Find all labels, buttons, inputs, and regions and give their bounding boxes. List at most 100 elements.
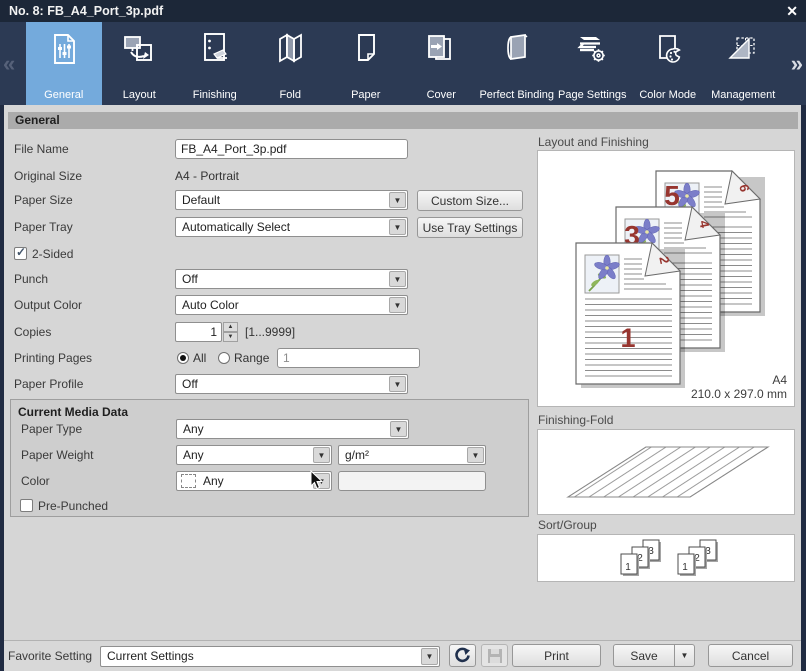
general-icon	[46, 31, 82, 67]
pages-all-label: All	[193, 348, 206, 369]
paper-name: A4	[772, 373, 787, 387]
chevron-down-icon[interactable]: ▼	[389, 297, 406, 313]
paper-profile-select[interactable]: Off ▼	[175, 374, 408, 394]
pre-punched-checkbox[interactable]	[20, 499, 33, 512]
original-size-value: A4 - Portrait	[175, 166, 239, 187]
media-color-input	[338, 471, 486, 491]
perfect-binding-icon	[499, 31, 535, 67]
output-color-label: Output Color	[14, 295, 82, 316]
window-border-right	[801, 105, 806, 671]
tab-perfect-binding[interactable]: Perfect Binding	[479, 22, 555, 105]
section-header-general: General	[8, 112, 798, 129]
finishing-icon	[197, 31, 233, 67]
copies-up-icon[interactable]: ▲	[223, 322, 238, 332]
chevron-down-icon[interactable]: ▼	[421, 648, 438, 665]
cancel-button[interactable]: Cancel	[708, 644, 793, 667]
finishing-fold-preview	[537, 429, 795, 515]
chevron-down-icon[interactable]: ▼	[389, 219, 406, 235]
scroll-right-icon[interactable]: »	[791, 22, 803, 105]
tab-label: Page Settings	[555, 89, 631, 101]
scroll-left-icon[interactable]: «	[3, 22, 15, 105]
tab-cover[interactable]: Cover	[404, 22, 480, 105]
tab-page-settings[interactable]: Page Settings	[555, 22, 631, 105]
sort-page-number: 1	[625, 562, 631, 573]
refresh-button[interactable]	[449, 644, 476, 667]
favorite-setting-select[interactable]: Current Settings ▼	[100, 646, 440, 667]
tab-paper[interactable]: Paper	[328, 22, 404, 105]
chevron-down-icon[interactable]: ▼	[467, 447, 484, 463]
weight-unit-select[interactable]: g/m² ▼	[338, 445, 486, 465]
paper-tray-select[interactable]: Automatically Select ▼	[175, 217, 408, 237]
copies-range-hint: [1...9999]	[245, 322, 295, 343]
sort-group-title: Sort/Group	[538, 518, 597, 532]
pages-all-radio[interactable]	[177, 352, 189, 364]
toolbar: « General Layout	[0, 22, 806, 105]
media-color-label: Color	[21, 471, 50, 491]
cover-icon	[423, 31, 459, 67]
chevron-down-icon[interactable]: ▼	[313, 447, 330, 463]
paper-type-label: Paper Type	[21, 419, 82, 439]
paper-icon	[348, 31, 384, 67]
pages-range-radio[interactable]	[218, 352, 230, 364]
printing-pages-label: Printing Pages	[14, 348, 92, 369]
layout-icon	[121, 31, 157, 67]
flat-sheet-image	[538, 430, 794, 514]
copies-down-icon[interactable]: ▼	[223, 332, 238, 342]
chevron-down-icon[interactable]: ▼	[390, 421, 407, 437]
print-button[interactable]: Print	[512, 644, 601, 667]
current-media-data-panel: Current Media Data Paper Type Any ▼ Pape…	[10, 399, 529, 517]
copies-stepper[interactable]: 1 ▲ ▼	[175, 322, 238, 342]
punch-select[interactable]: Off ▼	[175, 269, 408, 289]
paper-type-select[interactable]: Any ▼	[176, 419, 409, 439]
chevron-down-icon[interactable]: ▼	[389, 376, 406, 392]
paper-profile-label: Paper Profile	[14, 374, 83, 395]
paper-weight-select[interactable]: Any ▼	[176, 445, 332, 465]
output-color-select[interactable]: Auto Color ▼	[175, 295, 408, 315]
media-color-select[interactable]: Any ▼	[176, 471, 332, 491]
pages-range-input[interactable]	[277, 348, 420, 368]
page-number: 1	[620, 323, 635, 353]
tab-color-mode[interactable]: Color Mode	[630, 22, 706, 105]
layout-finishing-preview: 5 6 3 4 1 2 A4 210.0 x 297.0 mm	[537, 150, 795, 407]
titlebar: No. 8: FB_A4_Port_3p.pdf ✕	[0, 0, 806, 22]
tab-label: Fold	[253, 89, 329, 101]
close-icon[interactable]: ✕	[786, 0, 798, 22]
sort-page-number: 1	[682, 562, 688, 573]
tab-label: Perfect Binding	[479, 89, 555, 101]
custom-size-button[interactable]: Custom Size...	[417, 190, 523, 211]
tab-label: Finishing	[177, 89, 253, 101]
save-options-arrow[interactable]: ▼	[674, 644, 695, 667]
original-size-label: Original Size	[14, 166, 82, 187]
tab-management[interactable]: Management	[706, 22, 782, 105]
sort-group-preview: 3 2 1 3 2 1	[537, 534, 795, 582]
color-swatch	[181, 474, 196, 488]
pre-punched-label: Pre-Punched	[38, 496, 108, 516]
chevron-down-icon[interactable]: ▼	[389, 192, 406, 208]
tab-layout[interactable]: Layout	[102, 22, 178, 105]
chevron-down-icon[interactable]: ▼	[313, 473, 330, 489]
save-button[interactable]: Save	[613, 644, 675, 667]
tab-label: General	[26, 89, 102, 101]
tab-label: Color Mode	[630, 89, 706, 101]
punch-label: Punch	[14, 269, 48, 290]
file-name-input[interactable]	[175, 139, 408, 159]
sorted-sets-image: 3 2 1 3 2 1	[538, 535, 794, 581]
two-sided-label: 2-Sided	[32, 244, 73, 265]
two-sided-checkbox[interactable]	[14, 247, 27, 260]
copies-value[interactable]: 1	[175, 322, 222, 342]
tab-general[interactable]: General	[26, 22, 102, 105]
tab-strip: General Layout Fini	[26, 22, 781, 105]
paper-size-label: Paper Size	[14, 190, 73, 211]
use-tray-settings-button[interactable]: Use Tray Settings	[417, 217, 523, 238]
save-favorite-button	[481, 644, 508, 667]
color-mode-icon	[650, 31, 686, 67]
tab-label: Layout	[102, 89, 178, 101]
paper-size-select[interactable]: Default ▼	[175, 190, 408, 210]
tab-fold[interactable]: Fold	[253, 22, 329, 105]
tab-finishing[interactable]: Finishing	[177, 22, 253, 105]
footer-bar: Favorite Setting Current Settings ▼ Prin…	[0, 640, 806, 671]
page-number: 5	[664, 180, 680, 211]
chevron-down-icon[interactable]: ▼	[389, 271, 406, 287]
refresh-icon	[454, 647, 471, 664]
tab-label: Paper	[328, 89, 404, 101]
